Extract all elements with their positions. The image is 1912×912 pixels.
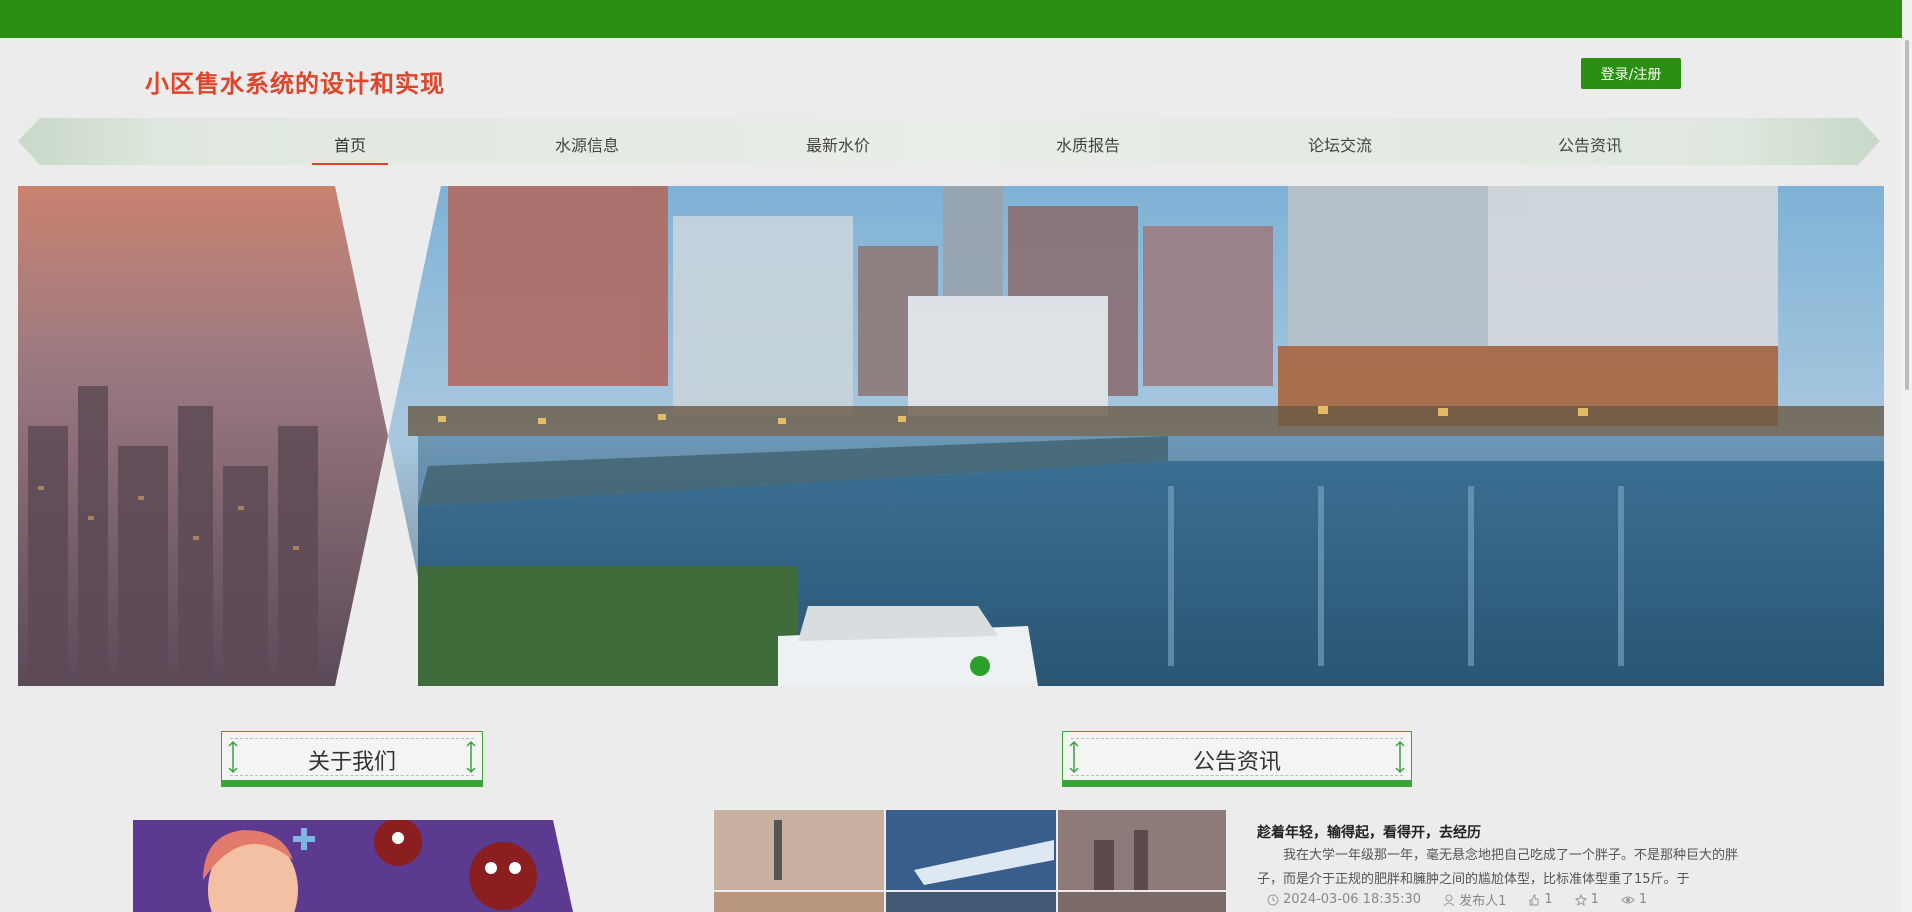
banner-image <box>18 186 1884 686</box>
hero-banner[interactable] <box>18 186 1884 686</box>
nav-item-announcements[interactable]: 公告资讯 <box>1520 132 1660 156</box>
nav-item-latest-price[interactable]: 最新水价 <box>768 132 908 156</box>
section-title-news: 公告资讯 <box>1062 731 1412 787</box>
news-meta: 2024-03-06 18:35:30 发布人1 1 1 1 <box>1267 890 1647 909</box>
nav-active-underline <box>312 163 388 165</box>
about-title: 关于我们 <box>307 750 396 775</box>
carousel-dot[interactable] <box>970 656 990 676</box>
news-excerpt: 我在大学一年级那一年，毫无悬念地把自己吃成了一个胖子。不是那种巨大的胖子，而是介… <box>1257 848 1739 887</box>
star-icon <box>1574 893 1587 906</box>
section-title-about: 关于我们 <box>221 731 483 787</box>
news-likes[interactable]: 1 <box>1528 890 1553 909</box>
nav-item-water-quality[interactable]: 水质报告 <box>1018 132 1158 156</box>
news-section-title: 公告资讯 <box>1192 750 1281 775</box>
news-title[interactable]: 趁着年轻，输得起，看得开，去经历 <box>1257 822 1481 842</box>
news-thumbnail[interactable] <box>714 810 1226 912</box>
clock-icon <box>1267 894 1279 905</box>
thumb-up-icon <box>1529 894 1539 905</box>
news-favorites[interactable]: 1 <box>1574 890 1599 909</box>
user-icon <box>1443 894 1455 906</box>
nav-item-water-source[interactable]: 水源信息 <box>517 132 657 156</box>
top-bar <box>0 0 1912 38</box>
main-nav: 首页 水源信息 最新水价 水质报告 论坛交流 公告资讯 <box>18 118 1880 165</box>
news-author: 发布人1 <box>1443 890 1506 909</box>
nav-item-forum[interactable]: 论坛交流 <box>1270 132 1410 156</box>
news-views: 1 <box>1621 890 1647 909</box>
scrollbar-thumb[interactable] <box>1905 40 1909 390</box>
nav-item-home[interactable]: 首页 <box>280 132 420 156</box>
site-title: 小区售水系统的设计和实现 <box>145 70 445 98</box>
login-register-button[interactable]: 登录/注册 <box>1581 58 1681 89</box>
news-date: 2024-03-06 18:35:30 <box>1267 890 1421 909</box>
eye-icon <box>1621 896 1635 903</box>
about-illustration <box>133 820 573 912</box>
